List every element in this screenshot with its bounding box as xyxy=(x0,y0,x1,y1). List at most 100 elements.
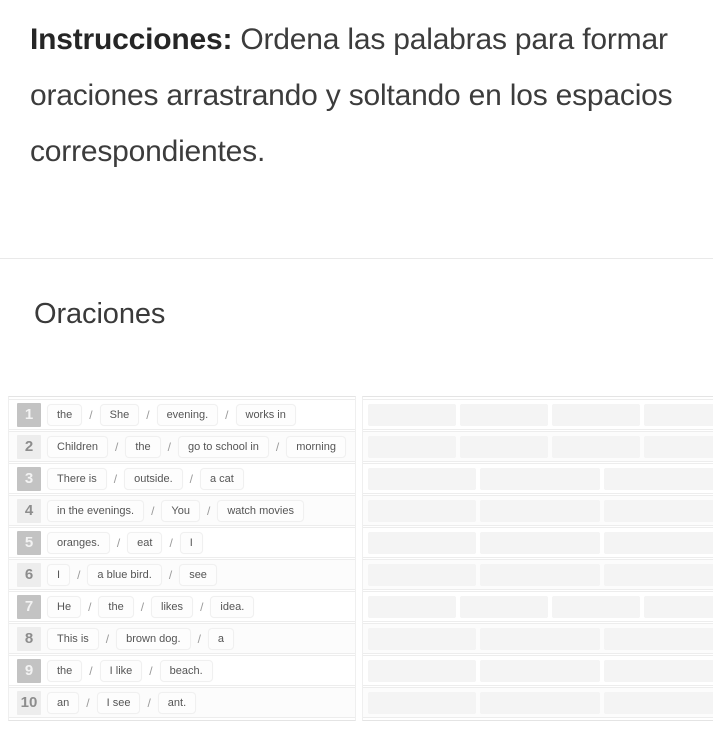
draggable-word-chip[interactable]: outside. xyxy=(124,467,183,490)
row-number-badge: 7 xyxy=(17,594,41,619)
word-drop-slot[interactable] xyxy=(603,467,713,490)
word-chip-group: oranges. / eat / I xyxy=(47,531,355,554)
word-drop-slot[interactable] xyxy=(643,403,713,426)
dropzone-row xyxy=(362,495,713,526)
draggable-word-chip[interactable]: see xyxy=(179,563,217,586)
word-drop-slot[interactable] xyxy=(367,531,476,554)
dropzone-group xyxy=(363,691,713,714)
draggable-word-chip[interactable]: beach. xyxy=(159,659,213,682)
word-separator: / xyxy=(197,631,201,646)
word-drop-slot[interactable] xyxy=(643,595,713,618)
draggable-word-chip[interactable]: idea. xyxy=(210,595,255,618)
word-drop-slot[interactable] xyxy=(367,563,476,586)
draggable-word-chip[interactable]: You xyxy=(161,499,200,522)
word-drop-slot[interactable] xyxy=(479,659,600,682)
word-separator: / xyxy=(77,567,81,582)
draggable-word-chip[interactable]: There is xyxy=(47,467,107,490)
draggable-word-chip[interactable]: an xyxy=(47,691,80,714)
word-drop-slot[interactable] xyxy=(603,627,713,650)
dropzone-group xyxy=(363,627,713,650)
word-separator: / xyxy=(114,439,119,454)
word-drop-slot[interactable] xyxy=(551,403,640,426)
word-separator: / xyxy=(147,695,151,710)
word-drop-slot[interactable] xyxy=(367,659,476,682)
word-separator: / xyxy=(200,599,204,614)
word-drop-slot[interactable] xyxy=(459,435,548,458)
dropzone-row xyxy=(362,623,713,654)
word-drop-slot[interactable] xyxy=(603,659,713,682)
word-drop-slot[interactable] xyxy=(603,691,713,714)
draggable-word-chip[interactable]: I xyxy=(47,563,71,586)
draggable-word-chip[interactable]: I like xyxy=(99,659,143,682)
word-drop-slot[interactable] xyxy=(603,531,713,554)
draggable-word-chip[interactable]: go to school in xyxy=(177,435,269,458)
draggable-word-chip[interactable]: oranges. xyxy=(47,531,110,554)
draggable-word-chip[interactable]: the xyxy=(98,595,134,618)
word-drop-slot[interactable] xyxy=(603,563,713,586)
draggable-word-chip[interactable]: the xyxy=(47,403,83,426)
word-drop-slot[interactable] xyxy=(479,531,600,554)
draggable-word-chip[interactable]: This is xyxy=(47,627,99,650)
sentence-row: 10 an / I see / ant. xyxy=(9,687,355,718)
word-drop-slot[interactable] xyxy=(367,467,476,490)
dropzone-group xyxy=(363,659,713,682)
row-number-badge: 5 xyxy=(17,530,41,555)
word-separator: / xyxy=(140,599,145,614)
draggable-word-chip[interactable]: brown dog. xyxy=(116,627,191,650)
draggable-word-chip[interactable]: likes xyxy=(151,595,194,618)
word-separator: / xyxy=(105,631,110,646)
draggable-word-chip[interactable]: evening. xyxy=(156,403,219,426)
word-drop-slot[interactable] xyxy=(479,691,600,714)
draggable-word-chip[interactable]: I see xyxy=(96,691,141,714)
instructions-lead: Instrucciones: xyxy=(30,23,233,56)
draggable-word-chip[interactable]: He xyxy=(47,595,82,618)
draggable-word-chip[interactable]: a blue bird. xyxy=(87,563,162,586)
word-drop-slot[interactable] xyxy=(551,435,640,458)
word-drop-slot[interactable] xyxy=(459,403,548,426)
dropzone-row xyxy=(362,687,713,718)
draggable-word-chip[interactable]: morning xyxy=(286,435,346,458)
draggable-word-chip[interactable]: a cat xyxy=(199,467,244,490)
word-drop-slot[interactable] xyxy=(459,595,548,618)
draggable-word-chip[interactable]: She xyxy=(99,403,140,426)
word-drop-slot[interactable] xyxy=(479,467,600,490)
draggable-word-chip[interactable]: ant. xyxy=(157,691,197,714)
draggable-word-chip[interactable]: watch movies xyxy=(217,499,304,522)
word-drop-slot[interactable] xyxy=(603,499,713,522)
word-drop-slot[interactable] xyxy=(643,435,713,458)
word-drop-slot[interactable] xyxy=(367,403,456,426)
row-number-badge: 4 xyxy=(17,498,41,523)
draggable-word-chip[interactable]: the xyxy=(125,435,161,458)
word-drop-slot[interactable] xyxy=(367,435,456,458)
word-drop-slot[interactable] xyxy=(367,627,476,650)
row-number-badge: 8 xyxy=(17,626,41,651)
sentence-row: 8 This is / brown dog. / a xyxy=(9,623,355,654)
draggable-word-chip[interactable]: Children xyxy=(47,435,108,458)
draggable-word-chip[interactable]: works in xyxy=(235,403,296,426)
row-number-badge: 9 xyxy=(17,658,41,683)
word-drop-slot[interactable] xyxy=(367,691,476,714)
draggable-word-chip[interactable]: I xyxy=(179,531,203,554)
draggable-word-chip[interactable]: a xyxy=(207,627,235,650)
word-chip-group: in the evenings. / You / watch movies xyxy=(47,499,355,522)
row-number-badge: 2 xyxy=(17,434,41,459)
word-separator: / xyxy=(89,407,93,422)
word-separator: / xyxy=(168,567,173,582)
dropzone-row xyxy=(362,463,713,494)
word-separator: / xyxy=(225,407,229,422)
word-separator: / xyxy=(146,407,150,422)
draggable-word-chip[interactable]: eat xyxy=(127,531,163,554)
word-drop-slot[interactable] xyxy=(551,595,640,618)
word-drop-slot[interactable] xyxy=(367,499,476,522)
draggable-word-chip[interactable]: the xyxy=(47,659,83,682)
word-drop-slot[interactable] xyxy=(479,499,600,522)
dropzone-row xyxy=(362,527,713,558)
exercise-page: Instrucciones: Ordena las palabras para … xyxy=(0,0,713,730)
word-drop-slot[interactable] xyxy=(479,627,600,650)
dropzone-group xyxy=(363,403,713,426)
dropzone-row xyxy=(362,431,713,462)
word-drop-slot[interactable] xyxy=(479,563,600,586)
word-drop-slot[interactable] xyxy=(367,595,456,618)
draggable-word-chip[interactable]: in the evenings. xyxy=(47,499,145,522)
words-source-panel: 1 the / She / evening. / works in 2 Children / the /… xyxy=(8,396,356,721)
